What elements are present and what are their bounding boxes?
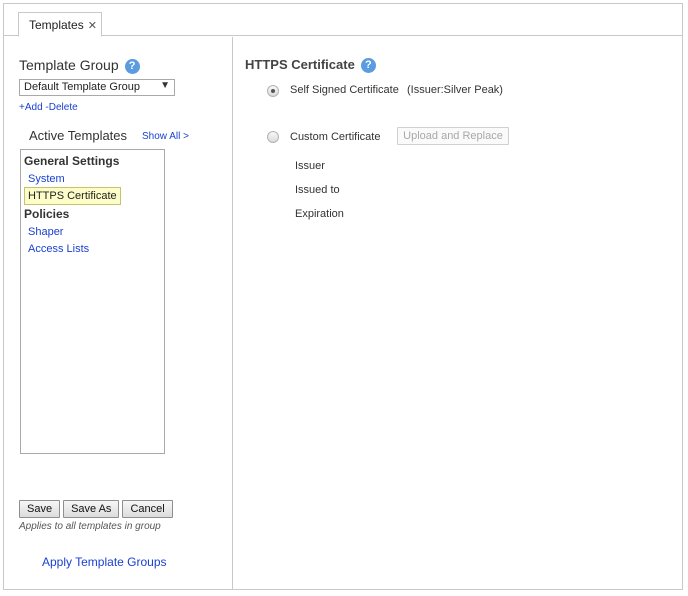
https-certificate-panel: HTTPS Certificate? Self Signed Certifica… bbox=[234, 37, 682, 589]
page-title: HTTPS Certificate bbox=[245, 57, 355, 72]
cancel-button[interactable]: Cancel bbox=[122, 500, 173, 518]
tab-templates[interactable]: Templates ✕ bbox=[18, 12, 102, 37]
templates-window: Templates ✕ Template Group? Default Templ… bbox=[3, 3, 683, 590]
self-signed-label: Self Signed Certificate bbox=[290, 84, 399, 96]
add-delete-links: +Add -Delete bbox=[19, 102, 78, 113]
apply-template-groups-link[interactable]: Apply Template Groups bbox=[42, 555, 167, 569]
action-buttons: Save Save As Cancel bbox=[19, 500, 176, 518]
active-templates-label: Active Templates bbox=[29, 128, 128, 143]
delete-group-link[interactable]: -Delete bbox=[45, 102, 77, 113]
issuer-label: Issuer bbox=[295, 160, 325, 172]
expiration-label: Expiration bbox=[295, 208, 344, 220]
save-as-button[interactable]: Save As bbox=[63, 500, 120, 518]
template-group-select[interactable]: Default Template Group ▼ bbox=[19, 79, 175, 96]
template-item-access-lists[interactable]: Access Lists bbox=[21, 240, 164, 257]
template-group-value: Default Template Group bbox=[24, 81, 140, 93]
save-button[interactable]: Save bbox=[19, 500, 61, 518]
issuer-note: (Issuer:Silver Peak) bbox=[407, 84, 503, 96]
upload-and-replace-button: Upload and Replace bbox=[397, 127, 509, 145]
help-icon[interactable]: ? bbox=[360, 58, 376, 73]
custom-certificate-radio[interactable] bbox=[267, 131, 279, 143]
chevron-down-icon: ▼ bbox=[160, 80, 170, 91]
tab-bar: Templates ✕ bbox=[4, 4, 682, 37]
close-icon[interactable]: ✕ bbox=[88, 20, 97, 32]
category-policies: Policies bbox=[24, 207, 70, 221]
template-group-heading: Template Group? bbox=[19, 57, 140, 74]
applies-note: Applies to all templates in group bbox=[19, 521, 161, 532]
custom-certificate-label: Custom Certificate bbox=[290, 131, 381, 143]
show-all-link[interactable]: Show All > bbox=[142, 131, 189, 142]
template-group-label: Template Group bbox=[19, 57, 119, 73]
section-title: HTTPS Certificate? bbox=[245, 57, 376, 73]
help-icon[interactable]: ? bbox=[124, 59, 140, 74]
template-item-https-certificate[interactable]: HTTPS Certificate bbox=[24, 187, 121, 205]
self-signed-radio[interactable] bbox=[267, 85, 279, 97]
template-list[interactable]: General Settings System HTTPS Certificat… bbox=[20, 149, 165, 454]
left-panel: Template Group? Default Template Group ▼… bbox=[4, 37, 233, 589]
template-item-shaper[interactable]: Shaper bbox=[21, 223, 164, 240]
add-group-link[interactable]: +Add bbox=[19, 102, 43, 113]
issued-to-label: Issued to bbox=[295, 184, 340, 196]
tab-label: Templates bbox=[29, 18, 84, 32]
template-item-system[interactable]: System bbox=[21, 170, 164, 187]
category-general-settings: General Settings bbox=[24, 154, 120, 168]
